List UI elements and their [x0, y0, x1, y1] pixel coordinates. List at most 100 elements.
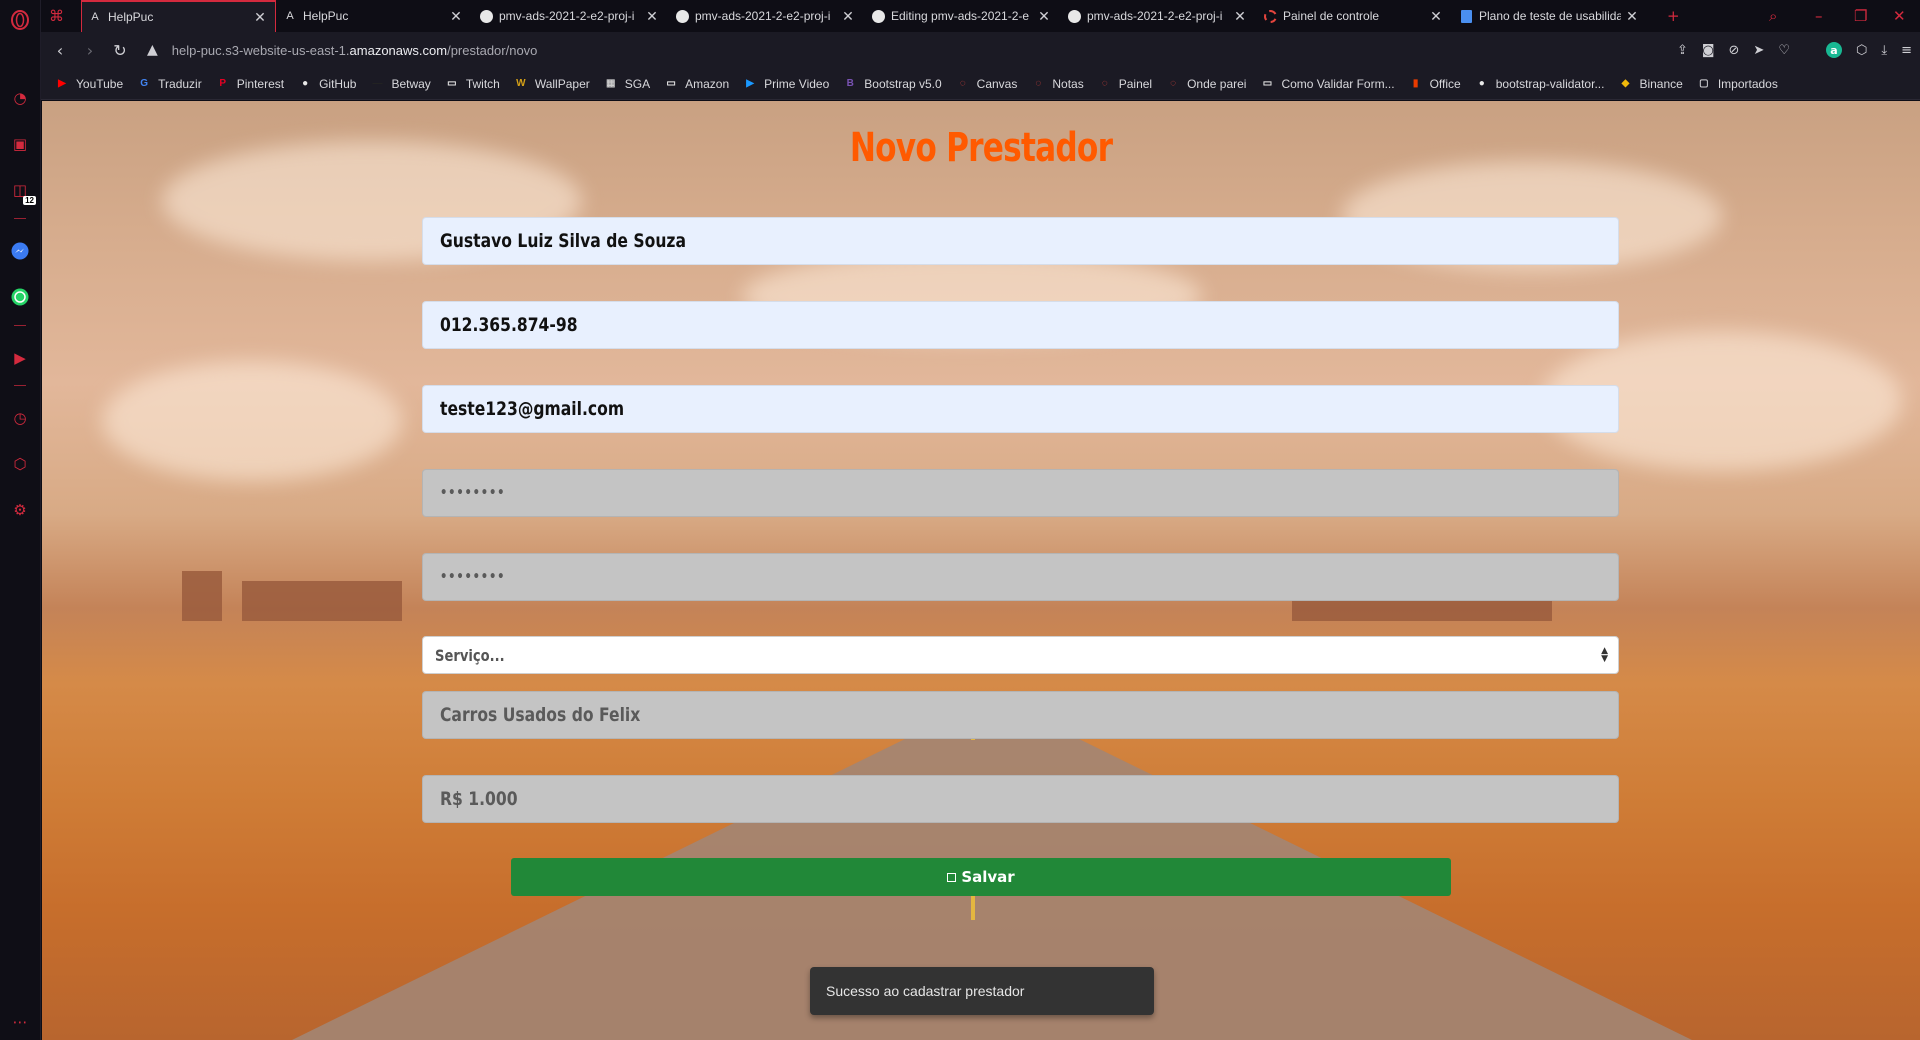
messenger-icon[interactable] — [8, 239, 32, 263]
gamepad-icon[interactable]: ⌘ — [49, 0, 64, 32]
tab-github-3[interactable]: pmv-ads-2021-2-e2-proj-i ✕ — [1061, 0, 1255, 32]
heart-icon[interactable]: ♡ — [1778, 43, 1790, 58]
restore-icon[interactable]: ❐ — [1854, 0, 1867, 32]
confirmar-senha-input[interactable]: •••••••• — [422, 553, 1619, 601]
tab-title: pmv-ads-2021-2-e2-proj-i — [499, 9, 635, 23]
close-icon[interactable]: ✕ — [449, 8, 463, 25]
bookmark-label: Onde parei — [1187, 76, 1247, 91]
history-icon[interactable]: ◷ — [8, 406, 32, 430]
close-icon[interactable]: ✕ — [645, 8, 659, 25]
close-icon[interactable]: ✕ — [1429, 8, 1443, 25]
back-icon[interactable]: ‹ — [45, 41, 75, 60]
speed-dial-icon[interactable]: ◔ — [8, 86, 32, 110]
cube-icon[interactable]: ⬡ — [1856, 43, 1867, 58]
player-icon[interactable]: ▶ — [8, 346, 32, 370]
preco-value: R$ 1.000 — [440, 788, 518, 810]
reload-icon[interactable]: ↻ — [105, 41, 135, 60]
canvas-icon: ◌ — [1170, 78, 1177, 89]
senha-input[interactable]: •••••••• — [422, 469, 1619, 517]
tab-github-2[interactable]: pmv-ads-2021-2-e2-proj-i ✕ — [669, 0, 863, 32]
bookmark-item[interactable]: — Betway — [370, 77, 430, 91]
bookmark-item[interactable]: ◌ Painel — [1098, 77, 1152, 91]
plus-icon: + — [1667, 7, 1680, 25]
github-icon — [871, 9, 885, 23]
send-icon[interactable]: ➤ — [1753, 43, 1764, 58]
bookmark-label: bootstrap-validator... — [1495, 76, 1605, 91]
bookmark-item[interactable]: ▶ Prime Video — [743, 77, 829, 91]
bookmark-item[interactable]: ▭ Amazon — [664, 77, 729, 91]
tab-github-1[interactable]: pmv-ads-2021-2-e2-proj-i ✕ — [473, 0, 667, 32]
workspace-icon[interactable]: ▣ — [8, 132, 32, 156]
cpf-input[interactable]: 012.365.874-98 — [422, 301, 1619, 349]
close-icon[interactable]: ✕ — [841, 8, 855, 25]
close-icon[interactable]: ✕ — [1233, 8, 1247, 25]
email-input[interactable]: teste123@gmail.com — [422, 385, 1619, 433]
forward-icon[interactable]: › — [75, 41, 105, 60]
close-icon[interactable]: ✕ — [253, 9, 267, 26]
account-icon[interactable]: a — [1825, 42, 1842, 58]
empresa-input[interactable]: Carros Usados do Felix — [422, 691, 1619, 739]
page-icon: ▭ — [447, 78, 457, 89]
bookmark-item[interactable]: W WallPaper — [514, 77, 590, 91]
bookmark-item[interactable]: ◌ Notas — [1031, 77, 1083, 91]
whatsapp-icon[interactable] — [8, 285, 32, 309]
bookmark-item[interactable]: P Pinterest — [216, 77, 284, 91]
sidebar-divider — [14, 325, 26, 326]
search-tabs-icon[interactable]: ⌕ — [1769, 0, 1777, 32]
page-icon: ▭ — [1262, 78, 1273, 89]
confirmar-senha-value: •••••••• — [440, 569, 506, 585]
bookmark-item[interactable]: ▢ Importados — [1697, 77, 1778, 91]
tab-helppuc[interactable]: A HelpPuc ✕ — [277, 0, 471, 32]
bookmark-item[interactable]: ▦ SGA — [604, 77, 650, 91]
bookmark-item[interactable]: ● GitHub — [298, 77, 356, 91]
bookmark-item[interactable]: ▭ Twitch — [445, 77, 500, 91]
settings-icon[interactable]: ⚙ — [8, 498, 32, 522]
download-icon[interactable]: ⤓ — [1881, 43, 1887, 58]
tab-github-editing[interactable]: Editing pmv-ads-2021-2-e ✕ — [865, 0, 1059, 32]
extensions-icon[interactable]: ⬡ — [8, 452, 32, 476]
tab-plano-de-teste[interactable]: Plano de teste de usabilida ✕ — [1453, 0, 1647, 32]
bookmark-item[interactable]: ● bootstrap-validator... — [1475, 77, 1605, 91]
preco-input[interactable]: R$ 1.000 — [422, 775, 1619, 823]
bookmark-label: Painel — [1118, 76, 1153, 91]
window-close-icon[interactable]: ✕ — [1893, 0, 1906, 32]
select-arrows-icon: ▲ ▼ — [1601, 646, 1608, 664]
close-icon[interactable]: ✕ — [1037, 8, 1051, 25]
close-icon[interactable]: ✕ — [1625, 8, 1639, 25]
bookmark-item[interactable]: B Bootstrap v5.0 — [843, 76, 942, 91]
bookmark-item[interactable]: ◌ Canvas — [956, 77, 1018, 91]
sidebar-divider — [14, 385, 26, 386]
bookmark-item[interactable]: ◆ Binance — [1618, 77, 1683, 91]
more-icon[interactable]: ⋯ — [8, 1010, 32, 1034]
share-icon[interactable]: ⇪ — [1677, 43, 1688, 58]
url-field[interactable]: help-puc.s3-website-us-east-1.amazonaws.… — [172, 43, 538, 58]
folder-icon: ▢ — [1699, 78, 1709, 89]
minimize-icon[interactable]: – — [1815, 0, 1823, 32]
opera-logo-icon[interactable] — [8, 8, 32, 32]
tab-painel-de-controle[interactable]: Painel de controle ✕ — [1257, 0, 1451, 32]
page-content: Novo Prestador Gustavo Luiz Silva de Sou… — [42, 101, 1920, 1040]
servico-select[interactable]: Serviço... ▲ ▼ — [422, 636, 1619, 674]
bootstrap-icon: B — [846, 78, 854, 89]
bookmark-item[interactable]: ▭ Como Validar Form... — [1260, 77, 1395, 91]
servico-selected: Serviço... — [435, 645, 505, 665]
not-secure-warning-icon[interactable]: ▲ — [147, 42, 158, 58]
nome-input[interactable]: Gustavo Luiz Silva de Souza — [422, 217, 1619, 265]
twitch-icon[interactable]: ◫ 12 — [8, 178, 36, 205]
adblock-icon[interactable]: ⊘ — [1729, 43, 1740, 58]
menu-icon[interactable]: ≡ — [1901, 43, 1912, 58]
bookmarks-bar: ▶ YouTube G Traduzir P Pinterest ● GitHub — Betwa… — [41, 68, 1920, 100]
bookmark-item[interactable]: ▶ YouTube — [55, 77, 123, 91]
url-path: /prestador/novo — [447, 42, 538, 58]
tab-title: pmv-ads-2021-2-e2-proj-i — [695, 9, 831, 23]
new-tab-button[interactable]: + — [1667, 0, 1680, 32]
address-bar: ‹ › ↻ ▲ help-puc.s3-website-us-east-1.am… — [41, 32, 1920, 68]
bookmark-item[interactable]: ◌ Onde parei — [1166, 77, 1246, 91]
snapshot-icon[interactable]: ◙ — [1702, 43, 1715, 58]
bookmark-item[interactable]: G Traduzir — [137, 77, 201, 91]
save-button[interactable]: Salvar — [511, 858, 1451, 896]
bookmark-item[interactable]: ▮ Office — [1409, 77, 1461, 91]
bookmark-label: Bootstrap v5.0 — [864, 76, 942, 91]
mesa-rock — [242, 581, 402, 621]
tab-helppuc-active[interactable]: A HelpPuc ✕ — [81, 0, 276, 32]
